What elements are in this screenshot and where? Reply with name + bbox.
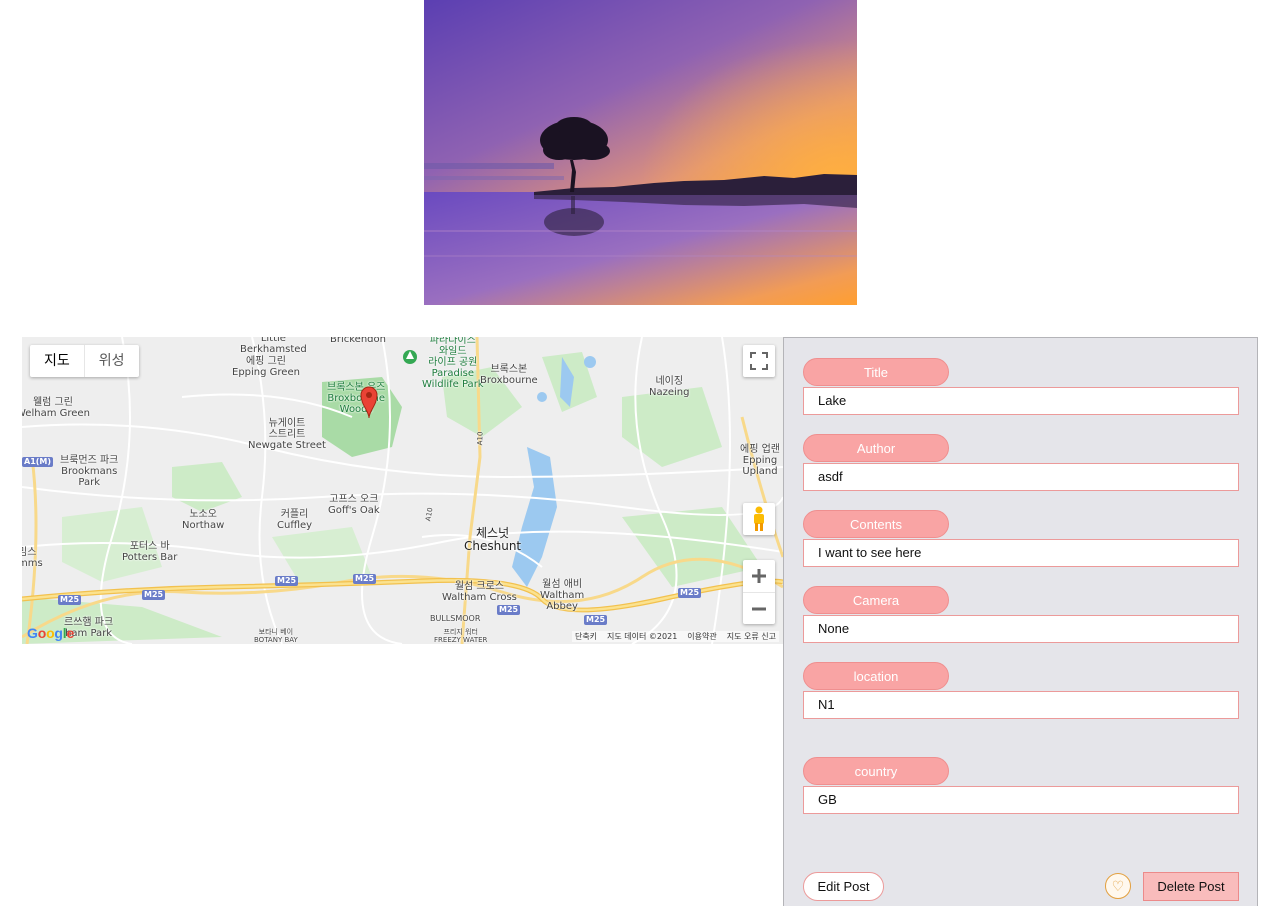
author-label: Author — [803, 434, 949, 462]
google-logo[interactable]: Google — [27, 625, 74, 641]
map-label-bullsmoor: BULLSMOOR — [430, 614, 481, 623]
road-badge: M25 — [497, 605, 521, 615]
location-label: location — [803, 662, 949, 690]
map-label-newgate: 뉴게이트 스트리트 Newgate Street — [248, 418, 326, 451]
camera-label: Camera — [803, 586, 949, 614]
road-badge: A1(M) — [22, 457, 54, 467]
delete-post-button[interactable]: Delete Post — [1143, 872, 1239, 901]
map-type-control: 지도 위성 — [30, 345, 139, 377]
map-label-mimms: 밈스 mms — [22, 547, 43, 569]
title-field[interactable]: Lake — [803, 387, 1239, 415]
zoom-out-button[interactable] — [743, 593, 775, 624]
street-view-button[interactable] — [743, 503, 775, 535]
camera-field[interactable]: None — [803, 615, 1239, 643]
map-footer: 단축키 지도 데이터 ©2021 이용약관 지도 오류 신고 — [571, 631, 779, 642]
map-label-nazeing: 네이징 Nazeing — [649, 376, 690, 398]
map-label-botany: 보타니 베이 BOTANY BAY — [254, 628, 298, 644]
road-badge: M25 — [142, 590, 166, 600]
road-badge: M25 — [58, 595, 82, 605]
map-label-cheshunt: 체스넛 Cheshunt — [464, 526, 522, 553]
map-label-broxbourne: 브록스본 Broxbourne — [480, 364, 538, 386]
map-label-brickendon: Brickendon — [330, 337, 386, 345]
road-badge: A10 — [424, 506, 435, 522]
map-label-goffs: 고프스 오크 Goff's Oak — [328, 494, 380, 516]
country-label: country — [803, 757, 949, 785]
heart-icon: ♡ — [1111, 878, 1125, 894]
road-badge: M25 — [275, 576, 299, 586]
map-shortcuts-link[interactable]: 단축키 — [575, 631, 597, 642]
map-label-northaw: 노소오 Northaw — [182, 509, 225, 531]
map-report-link[interactable]: 지도 오류 신고 — [727, 631, 776, 642]
map-type-map[interactable]: 지도 — [30, 345, 84, 377]
road-badge: M25 — [678, 588, 702, 598]
plus-icon — [752, 569, 766, 583]
map-label-brookmans: 브룩먼즈 파크 Brookmans Park — [60, 455, 119, 488]
map-label-freezy: 프리지 워터 FREEZY WATER — [434, 628, 488, 644]
location-map[interactable]: Little Berkhamsted Brickendon 파라다이스 와일드 라이프… — [22, 337, 783, 644]
zoom-in-button[interactable] — [743, 560, 775, 593]
author-field[interactable]: asdf — [803, 463, 1239, 491]
map-label-potters: 포터스 바 Potters Bar — [122, 541, 178, 563]
fullscreen-icon — [750, 352, 768, 370]
map-data-attribution: 지도 데이터 ©2021 — [607, 632, 678, 641]
map-type-satellite[interactable]: 위성 — [83, 345, 139, 377]
contents-label: Contents — [803, 510, 949, 538]
edit-post-button[interactable]: Edit Post — [803, 872, 884, 901]
map-label-epping-green: 에핑 그린 Epping Green — [232, 356, 300, 378]
location-field[interactable]: N1 — [803, 691, 1239, 719]
zoom-control — [743, 560, 775, 624]
map-label-waltham-abbey: 월섬 애비 Waltham Abbey — [540, 579, 585, 612]
road-badge: A10 — [476, 431, 485, 446]
post-photo — [424, 0, 857, 305]
title-label: Title — [803, 358, 949, 386]
map-label-welham: 웰럼 그린 Welham Green — [22, 397, 90, 419]
map-label-waltham-cross: 월섬 크로스 Waltham Cross — [442, 581, 517, 603]
pegman-icon — [754, 506, 764, 531]
fullscreen-button[interactable] — [743, 345, 775, 377]
map-label-cuffley: 커플리 Cuffley — [277, 509, 313, 531]
contents-field[interactable]: I want to see here — [803, 539, 1239, 567]
like-button[interactable]: ♡ — [1105, 873, 1131, 899]
minus-icon — [752, 607, 766, 610]
map-terms-link[interactable]: 이용약관 — [687, 631, 716, 642]
map-label-paradise: 파라다이스 와일드 라이프 공원 Paradise Wildlife Park — [422, 337, 484, 390]
map-label-epping-upland: 에핑 업랜 Epping Upland — [740, 444, 780, 477]
map-marker-icon[interactable] — [360, 385, 378, 424]
post-details-panel: Title Lake Author asdf Contents I want t… — [783, 337, 1258, 906]
road-badge: M25 — [353, 574, 377, 584]
map-label-little: Little Berkhamsted — [240, 337, 307, 355]
country-field[interactable]: GB — [803, 786, 1239, 814]
road-badge: M25 — [584, 615, 608, 625]
